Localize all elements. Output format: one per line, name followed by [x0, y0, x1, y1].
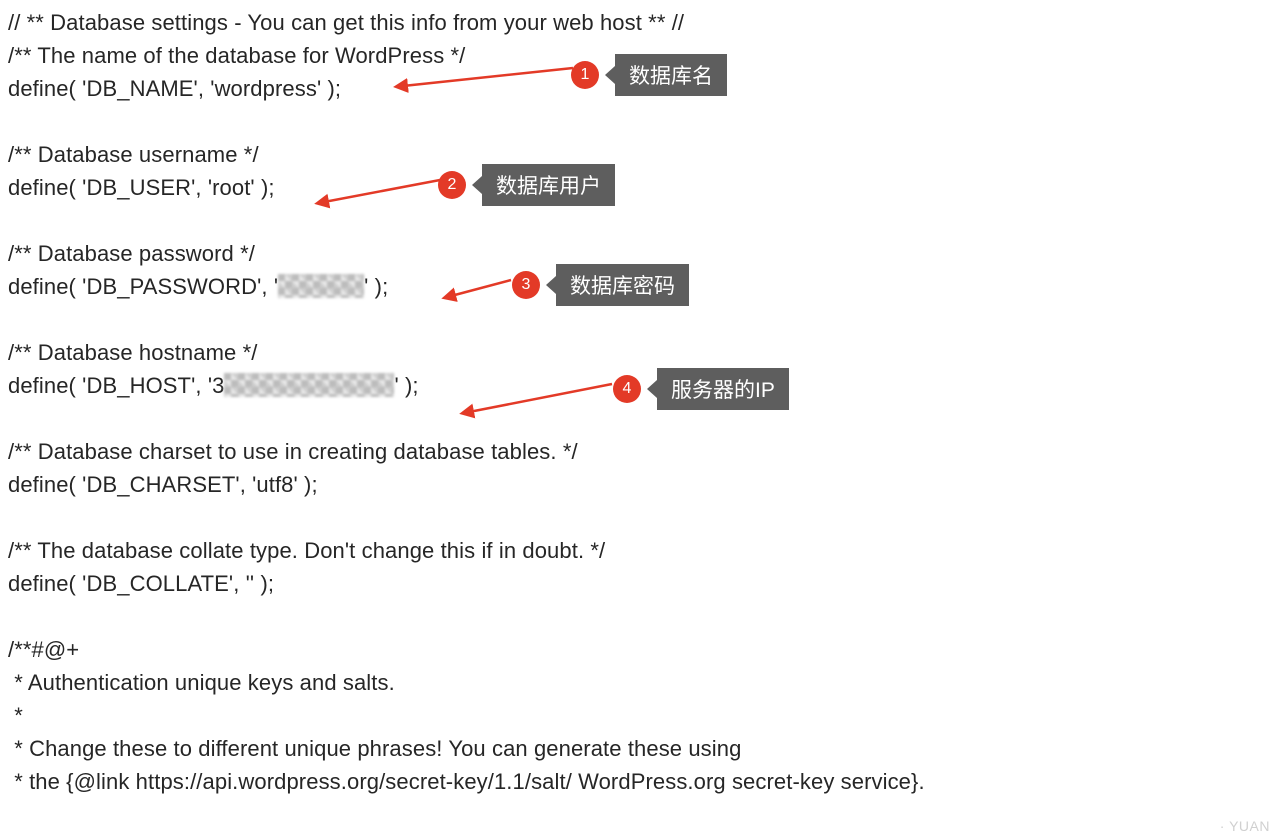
code-line: define( 'DB_CHARSET', 'utf8' );: [8, 472, 318, 497]
code-line: /** The name of the database for WordPre…: [8, 43, 465, 68]
code-line: define( 'DB_NAME', 'wordpress' );: [8, 76, 341, 101]
code-line: define( 'DB_PASSWORD', '' );: [8, 274, 388, 299]
code-line: *: [8, 703, 23, 728]
code-block: // ** Database settings - You can get th…: [0, 0, 1280, 804]
code-line: /** Database password */: [8, 241, 255, 266]
code-line: * Authentication unique keys and salts.: [8, 670, 395, 695]
code-line: /** Database hostname */: [8, 340, 257, 365]
watermark: · YUAN: [1220, 818, 1270, 834]
code-line: /** Database charset to use in creating …: [8, 439, 578, 464]
code-line: /** The database collate type. Don't cha…: [8, 538, 605, 563]
code-line: define( 'DB_USER', 'root' );: [8, 175, 275, 200]
redacted-host: [224, 373, 394, 397]
code-line: /** Database username */: [8, 142, 259, 167]
code-line: * the {@link https://api.wordpress.org/s…: [8, 769, 925, 794]
code-line: /**#@+: [8, 637, 79, 662]
code-line: * Change these to different unique phras…: [8, 736, 741, 761]
code-line: define( 'DB_COLLATE', '' );: [8, 571, 274, 596]
code-line: define( 'DB_HOST', '3' );: [8, 373, 419, 398]
code-line: // ** Database settings - You can get th…: [8, 10, 684, 35]
redacted-password: [278, 274, 364, 298]
